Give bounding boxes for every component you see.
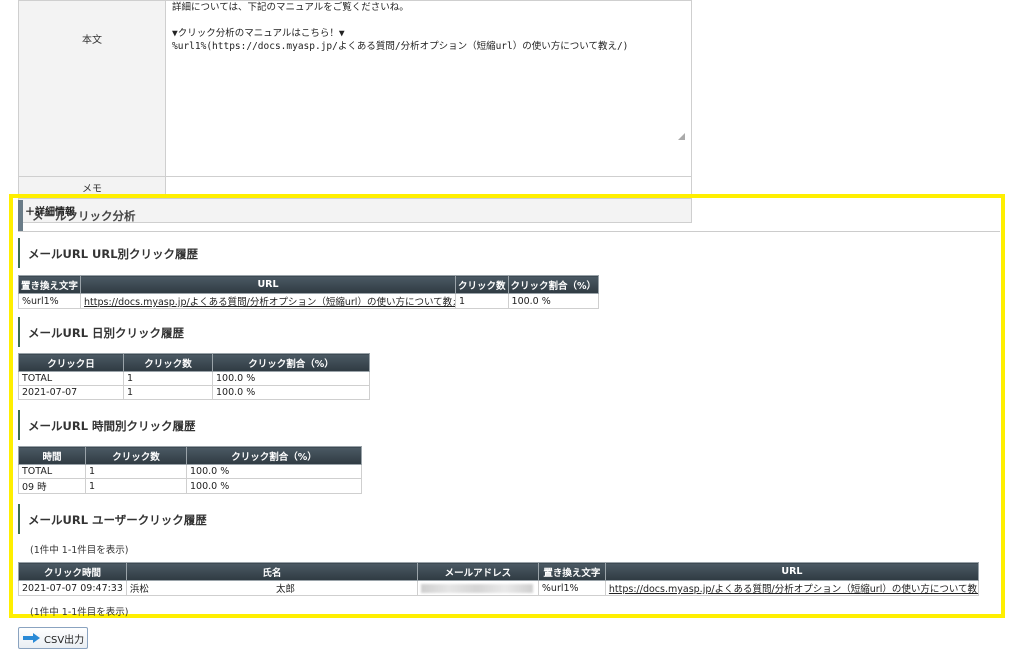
url-history-table: 置き換え文字 URL クリック数 クリック割合（%） %url1% https:… <box>17 275 600 309</box>
table-header: クリック数 <box>85 446 187 465</box>
table-row: 2021-07-07 1 100.0 % <box>18 385 370 400</box>
cell-ratio: 100.0 % <box>186 478 362 494</box>
csv-export-button[interactable]: CSV出力 <box>18 627 88 649</box>
resize-handle-icon[interactable] <box>678 133 685 140</box>
table-header: URL <box>80 275 457 294</box>
cell-url[interactable]: https://docs.myasp.jp/よくある質問/分析オプション（短縮u… <box>604 580 979 596</box>
cell-count: 1 <box>455 293 509 309</box>
table-header: クリック割合（%） <box>212 353 370 372</box>
heading-bar <box>18 238 20 268</box>
cell-count: 1 <box>123 385 213 400</box>
table-header: 置き換え文字 <box>17 275 82 294</box>
table-header: メールアドレス <box>416 562 539 581</box>
cell-replace: %url1% <box>537 580 606 596</box>
daily-history-table: クリック日 クリック数 クリック割合（%） TOTAL 1 100.0 % 20… <box>18 353 370 400</box>
table-row: %url1% https://docs.myasp.jp/よくある質問/分析オプ… <box>17 293 600 309</box>
user-history-title: メールURL ユーザークリック履歴 <box>28 513 207 527</box>
table-header: 置き換え文字 <box>537 562 606 581</box>
cell-ratio: 100.0 % <box>186 464 362 479</box>
section-title: メールクリック分析 <box>32 209 136 223</box>
table-row: 09 時 1 100.0 % <box>18 478 362 494</box>
email-redacted <box>420 583 533 593</box>
table-row: 2021-07-07 09:47:33 浜松 太郎 %url1% https:/… <box>18 580 979 596</box>
hourly-history-table: 時間 クリック数 クリック割合（%） TOTAL 1 100.0 % 09 時 … <box>18 446 362 494</box>
heading-bar <box>18 317 20 347</box>
heading-bar <box>18 410 20 440</box>
table-header: クリック割合（%） <box>507 275 600 294</box>
table-header: クリック数 <box>455 275 509 294</box>
arrow-right-icon <box>23 633 41 643</box>
section-header-bar <box>18 200 23 231</box>
table-header: クリック時間 <box>18 562 127 581</box>
table-row: TOTAL 1 100.0 % <box>18 464 362 479</box>
first-name: 太郎 <box>275 584 295 595</box>
url-link[interactable]: https://docs.myasp.jp/よくある質問/分析オプション（短縮u… <box>609 584 978 595</box>
csv-button-label: CSV出力 <box>44 634 85 646</box>
result-count: (1件中 1-1件目を表示) <box>30 545 129 556</box>
cell-count: 1 <box>123 371 213 386</box>
cell-url[interactable]: https://docs.myasp.jp/よくある質問/分析オプション（短縮u… <box>80 293 457 309</box>
heading-bar <box>18 504 20 534</box>
table-header: 時間 <box>18 446 86 465</box>
last-name: 浜松 <box>129 584 149 595</box>
mail-form-table: 本文 詳細については、下記のマニュアルをご覧くださいね。 ▼クリック分析のマニュ… <box>18 0 692 223</box>
cell-ratio: 100.0 % <box>212 385 370 400</box>
user-history-table: クリック時間 氏名 メールアドレス 置き換え文字 URL 2021-07-07 … <box>18 562 979 596</box>
table-header: クリック割合（%） <box>186 446 362 465</box>
cell-name: 浜松 太郎 <box>125 580 418 596</box>
cell-date: 2021-07-07 <box>18 385 124 400</box>
cell-replace: %url1% <box>17 293 82 309</box>
cell-ratio: 100.0 % <box>507 293 600 309</box>
cell-email <box>416 580 539 596</box>
cell-date: TOTAL <box>18 371 124 386</box>
body-text[interactable]: 詳細については、下記のマニュアルをご覧くださいね。 ▼クリック分析のマニュアルは… <box>166 1 691 53</box>
table-row: TOTAL 1 100.0 % <box>18 371 370 386</box>
cell-click-time: 2021-07-07 09:47:33 <box>18 580 127 596</box>
table-header: URL <box>604 562 979 581</box>
body-textarea[interactable]: 詳細については、下記のマニュアルをご覧くださいね。 ▼クリック分析のマニュアルは… <box>166 1 691 146</box>
hourly-history-title: メールURL 時間別クリック履歴 <box>28 419 196 433</box>
section-header: メールクリック分析 <box>18 200 1000 232</box>
table-header: クリック日 <box>18 353 124 372</box>
cell-hour: 09 時 <box>18 478 86 494</box>
url-link[interactable]: https://docs.myasp.jp/よくある質問/分析オプション（短縮u… <box>84 297 455 308</box>
cell-ratio: 100.0 % <box>212 371 370 386</box>
cell-count: 1 <box>85 464 187 479</box>
cell-count: 1 <box>85 478 187 494</box>
url-history-title: メールURL URL別クリック履歴 <box>28 247 199 261</box>
table-header: 氏名 <box>125 562 418 581</box>
cell-hour: TOTAL <box>18 464 86 479</box>
table-header: クリック数 <box>123 353 213 372</box>
daily-history-title: メールURL 日別クリック履歴 <box>28 326 185 340</box>
body-label: 本文 <box>18 0 166 177</box>
result-count-bottom: (1件中 1-1件目を表示) <box>30 607 129 618</box>
